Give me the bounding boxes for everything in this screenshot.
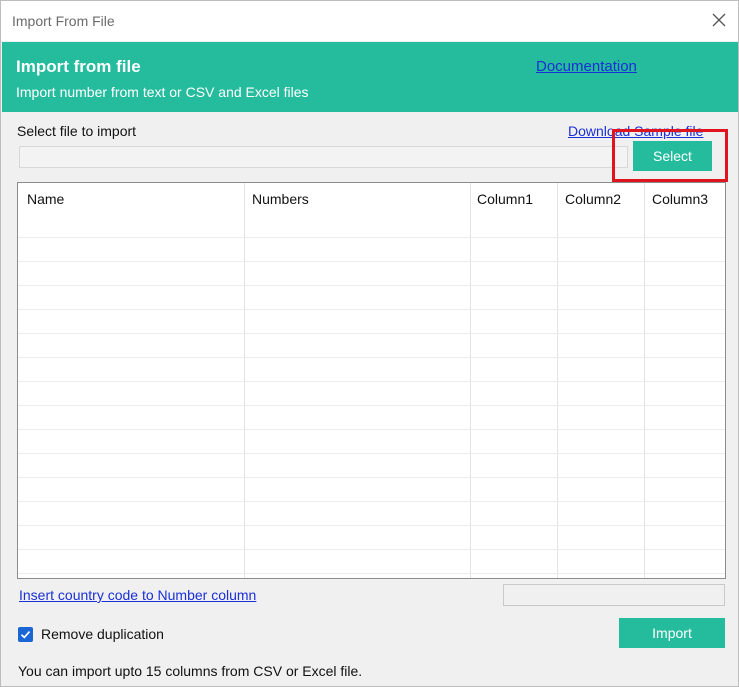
header-subtitle: Import number from text or CSV and Excel… xyxy=(16,84,309,100)
footnote-text: You can import upto 15 columns from CSV … xyxy=(18,663,363,679)
column-header-name[interactable]: Name xyxy=(27,191,64,207)
grid-row-line xyxy=(18,573,725,574)
import-button[interactable]: Import xyxy=(619,618,725,648)
column-header-column3[interactable]: Column3 xyxy=(652,191,708,207)
close-icon[interactable] xyxy=(708,9,730,31)
grid-row-line xyxy=(18,405,725,406)
title-bar: Import From File xyxy=(1,1,738,41)
import-dialog: Import From File Import from file Import… xyxy=(0,0,739,687)
grid-row-line xyxy=(18,357,725,358)
remove-duplication-label: Remove duplication xyxy=(41,626,164,642)
remove-duplication-checkbox[interactable] xyxy=(18,627,33,642)
select-file-label: Select file to import xyxy=(17,123,137,139)
grid-row-line xyxy=(18,429,725,430)
grid-row-line xyxy=(18,549,725,550)
select-button[interactable]: Select xyxy=(633,141,712,171)
progress-bar xyxy=(503,584,725,606)
documentation-link[interactable]: Documentation xyxy=(536,58,637,75)
grid-row-line xyxy=(18,237,725,238)
insert-country-code-link[interactable]: Insert country code to Number column xyxy=(19,587,256,603)
grid-row-line xyxy=(18,333,725,334)
grid-row-line xyxy=(18,525,725,526)
grid-row-line xyxy=(18,261,725,262)
data-grid[interactable]: Name Numbers Column1 Column2 Column3 xyxy=(17,182,726,579)
grid-row-line xyxy=(18,453,725,454)
checkmark-icon xyxy=(20,631,31,639)
window-title: Import From File xyxy=(12,13,115,29)
grid-row-line xyxy=(18,309,725,310)
grid-row-line xyxy=(18,501,725,502)
header-title: Import from file xyxy=(16,57,141,76)
grid-row-line xyxy=(18,477,725,478)
grid-row-line xyxy=(18,381,725,382)
column-header-column1[interactable]: Column1 xyxy=(477,191,533,207)
column-header-column2[interactable]: Column2 xyxy=(565,191,621,207)
column-header-numbers[interactable]: Numbers xyxy=(252,191,309,207)
grid-header-row: Name Numbers Column1 Column2 Column3 xyxy=(18,183,725,217)
grid-row-line xyxy=(18,285,725,286)
header-banner: Import from file Import number from text… xyxy=(2,42,738,112)
download-sample-link[interactable]: Download Sample file xyxy=(568,123,703,139)
file-path-field[interactable] xyxy=(19,146,628,168)
